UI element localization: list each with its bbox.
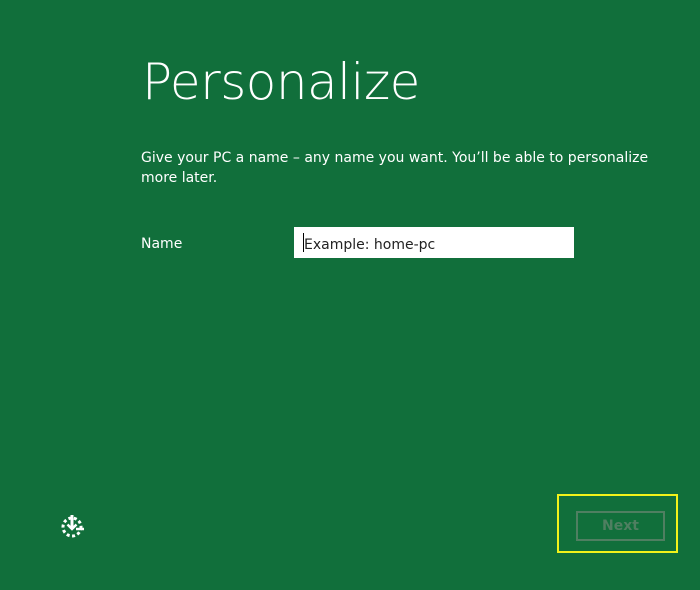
pc-name-input[interactable] — [294, 227, 574, 258]
text-caret — [303, 233, 304, 252]
ease-of-access-icon[interactable] — [59, 514, 85, 540]
next-button[interactable]: Next — [576, 511, 665, 541]
page-title: Personalize — [142, 53, 420, 111]
name-label: Name — [141, 236, 183, 252]
page-description: Give your PC a name – any name you want.… — [141, 150, 649, 186]
